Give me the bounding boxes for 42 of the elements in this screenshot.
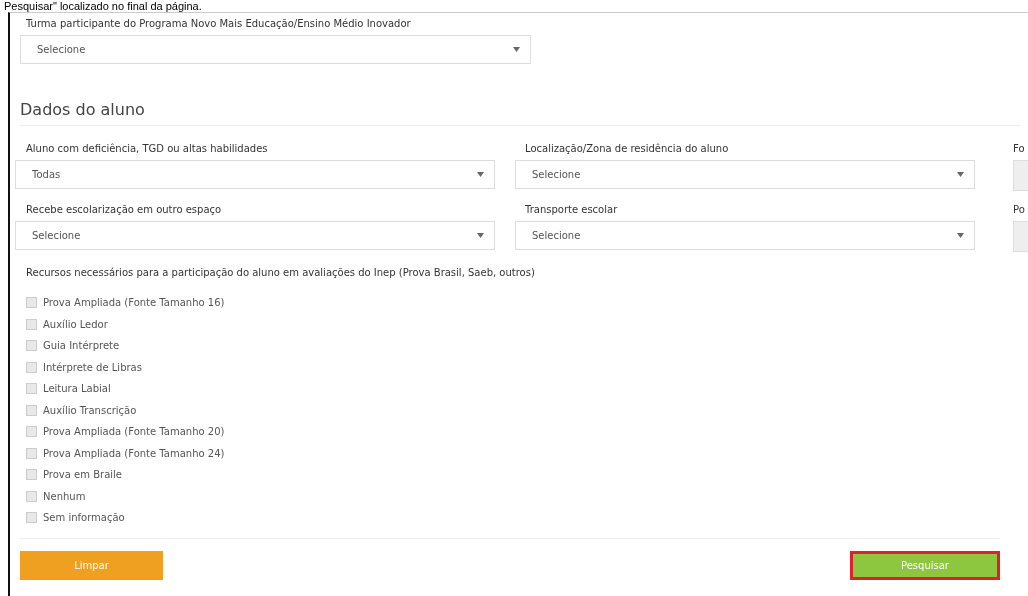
checkbox[interactable] <box>26 340 37 351</box>
checkbox[interactable] <box>26 404 37 416</box>
checkbox-option[interactable]: Prova Ampliada (Fonte Tamanho 20) <box>26 423 225 440</box>
field-label: Turma participante do Programa Novo Mais Educação/Ensino Médio Inovador <box>26 17 412 31</box>
field-label: Fo <box>1013 142 1026 156</box>
field-label: Recebe escolarização em outro espaço <box>26 203 223 217</box>
checkbox-option[interactable]: Leitura Labial <box>26 380 111 397</box>
checkbox-option[interactable]: Auxílio Transcrição <box>26 401 137 419</box>
checkbox[interactable] <box>26 383 37 394</box>
field-label: Localização/Zona de residência do aluno <box>525 142 730 156</box>
caret-icon <box>477 172 484 177</box>
caret-icon <box>513 47 520 52</box>
checkbox-option[interactable]: Auxílio Ledor <box>26 315 108 333</box>
checkbox[interactable] <box>26 490 37 502</box>
checkbox-option[interactable]: Prova em Braile <box>26 466 122 483</box>
checkbox[interactable] <box>26 426 37 437</box>
checkbox-option[interactable]: Intérprete de Libras <box>26 358 142 376</box>
select-field[interactable]: Todas <box>15 160 495 189</box>
checkbox-option[interactable]: Prova Ampliada (Fonte Tamanho 16) <box>26 294 225 311</box>
checkbox[interactable] <box>26 512 37 523</box>
section-title: Dados do aluno <box>20 100 146 119</box>
checkbox-option[interactable]: Guia Intérprete <box>26 337 120 354</box>
select-field[interactable]: Selecione <box>15 221 495 250</box>
field-label: Transporte escolar <box>525 203 619 217</box>
field-label: Recursos necessários para a participação do aluno em avaliações do Inep (Prova Brasil, Saeb, outros) <box>26 266 536 280</box>
caret-icon <box>477 233 484 238</box>
checkbox-option[interactable]: Nenhum <box>26 487 86 505</box>
checkbox-option[interactable]: Sem informação <box>26 509 125 526</box>
caret-icon <box>957 172 964 177</box>
field-label: Po <box>1013 203 1026 217</box>
checkbox[interactable] <box>26 361 37 373</box>
checkbox[interactable] <box>26 469 37 480</box>
select-field[interactable]: Selecione <box>515 160 975 189</box>
select-field[interactable]: Selecione <box>20 35 531 64</box>
checkbox[interactable] <box>26 297 37 308</box>
checkbox[interactable] <box>26 318 37 330</box>
caret-icon <box>957 233 964 238</box>
caption-text: Pesquisar" localizado no final da página. <box>3 0 202 12</box>
select-field[interactable]: Selecione <box>515 221 975 250</box>
checkbox-option[interactable]: Prova Ampliada (Fonte Tamanho 24) <box>26 444 225 462</box>
field-label: Aluno com deficiência, TGD ou altas habilidades <box>26 142 269 156</box>
checkbox[interactable] <box>26 447 37 459</box>
